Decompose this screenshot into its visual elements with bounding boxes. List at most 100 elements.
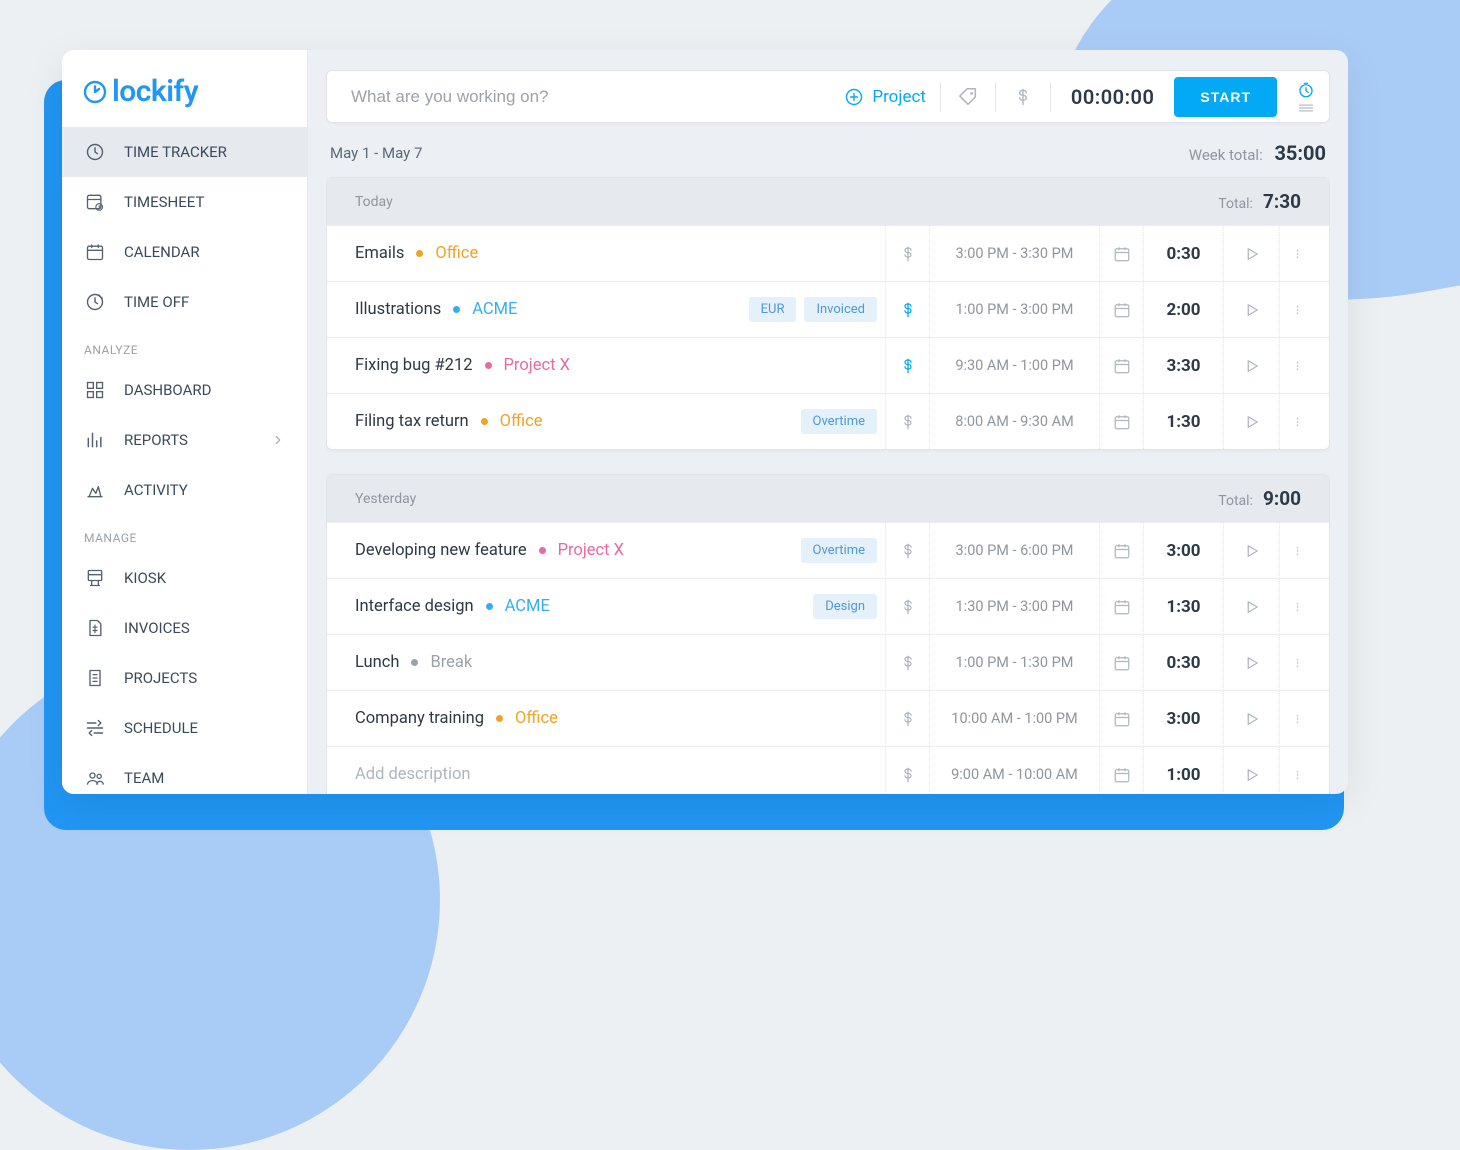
entry-desc-wrap[interactable]: EmailsOffice [355, 244, 885, 263]
billable-toggle[interactable] [885, 523, 929, 578]
entry-desc-wrap[interactable]: Developing new featureProject XOvertime [355, 538, 885, 563]
sidebar-item-team[interactable]: TEAM [62, 753, 307, 794]
continue-play-icon[interactable] [1223, 691, 1279, 746]
tag-pill[interactable]: Overtime [801, 409, 877, 434]
continue-play-icon[interactable] [1223, 747, 1279, 794]
more-options-icon[interactable] [1279, 394, 1315, 449]
more-options-icon[interactable] [1279, 579, 1315, 634]
continue-play-icon[interactable] [1223, 226, 1279, 281]
more-options-icon[interactable] [1279, 282, 1315, 337]
more-options-icon[interactable] [1279, 635, 1315, 690]
entry-time-range[interactable]: 1:00 PM - 1:30 PM [929, 635, 1099, 690]
sidebar-item-label: CALENDAR [124, 243, 200, 261]
sidebar-item-timesheet[interactable]: TIMESHEET [62, 177, 307, 227]
manual-mode-icon[interactable] [1297, 103, 1315, 113]
entry-duration[interactable]: 0:30 [1143, 226, 1223, 281]
sidebar-item-kiosk[interactable]: KIOSK [62, 553, 307, 603]
more-options-icon[interactable] [1279, 226, 1315, 281]
entry-time-range[interactable]: 1:00 PM - 3:00 PM [929, 282, 1099, 337]
entry-time-range[interactable]: 3:00 PM - 6:00 PM [929, 523, 1099, 578]
entry-desc-wrap[interactable]: Interface designACMEDesign [355, 594, 885, 619]
entry-description-placeholder: Add description [355, 765, 470, 784]
continue-play-icon[interactable] [1223, 635, 1279, 690]
date-picker-icon[interactable] [1099, 747, 1143, 794]
date-picker-icon[interactable] [1099, 394, 1143, 449]
sidebar-item-time-off[interactable]: TIME OFF [62, 277, 307, 327]
entry-time-range[interactable]: 10:00 AM - 1:00 PM [929, 691, 1099, 746]
entry-time-range[interactable]: 9:30 AM - 1:00 PM [929, 338, 1099, 393]
sidebar-item-calendar[interactable]: CALENDAR [62, 227, 307, 277]
entry-desc-wrap[interactable]: LunchBreak [355, 653, 885, 672]
billable-toggle[interactable] [885, 579, 929, 634]
billable-toggle[interactable] [885, 338, 929, 393]
continue-play-icon[interactable] [1223, 338, 1279, 393]
continue-play-icon[interactable] [1223, 282, 1279, 337]
entry-desc-wrap[interactable]: Company trainingOffice [355, 709, 885, 728]
sidebar-item-schedule[interactable]: SCHEDULE [62, 703, 307, 753]
date-picker-icon[interactable] [1099, 523, 1143, 578]
sidebar-item-reports[interactable]: REPORTS [62, 415, 307, 465]
entry-duration[interactable]: 1:00 [1143, 747, 1223, 794]
continue-play-icon[interactable] [1223, 523, 1279, 578]
entry-tags: Overtime [801, 538, 885, 563]
billable-toggle[interactable] [885, 282, 929, 337]
time-entry-row: Add description 9:00 AM - 10:00 AM 1:00 [327, 746, 1329, 794]
billable-toggle[interactable] [885, 691, 929, 746]
entry-desc-wrap[interactable]: Filing tax returnOfficeOvertime [355, 409, 885, 434]
tag-pill[interactable]: EUR [749, 297, 797, 322]
billable-icon[interactable] [1010, 84, 1036, 110]
day-total-value: 7:30 [1263, 190, 1301, 213]
entry-desc-wrap[interactable]: Fixing bug #212Project X [355, 356, 885, 375]
sidebar-item-label: SCHEDULE [124, 719, 198, 737]
more-options-icon[interactable] [1279, 523, 1315, 578]
tracker-input[interactable] [351, 87, 830, 107]
start-button[interactable]: START [1174, 77, 1277, 117]
entry-duration[interactable]: 3:00 [1143, 523, 1223, 578]
add-project-button[interactable]: Project [844, 87, 926, 107]
continue-play-icon[interactable] [1223, 579, 1279, 634]
billable-toggle[interactable] [885, 747, 929, 794]
more-options-icon[interactable] [1279, 747, 1315, 794]
date-picker-icon[interactable] [1099, 282, 1143, 337]
sidebar-item-label: TIMESHEET [124, 193, 204, 211]
sidebar-nav: TIME TRACKERTIMESHEETCALENDARTIME OFFANA… [62, 127, 307, 794]
entry-duration[interactable]: 0:30 [1143, 635, 1223, 690]
project-dot-icon [416, 250, 423, 257]
date-picker-icon[interactable] [1099, 691, 1143, 746]
more-options-icon[interactable] [1279, 691, 1315, 746]
entry-time-range[interactable]: 8:00 AM - 9:30 AM [929, 394, 1099, 449]
date-picker-icon[interactable] [1099, 338, 1143, 393]
more-options-icon[interactable] [1279, 338, 1315, 393]
entry-duration[interactable]: 3:00 [1143, 691, 1223, 746]
tag-pill[interactable]: Design [813, 594, 877, 619]
entry-time-range[interactable]: 1:30 PM - 3:00 PM [929, 579, 1099, 634]
entry-duration[interactable]: 3:30 [1143, 338, 1223, 393]
entry-time-range[interactable]: 3:00 PM - 3:30 PM [929, 226, 1099, 281]
tag-pill[interactable]: Invoiced [804, 297, 877, 322]
entry-duration[interactable]: 1:30 [1143, 394, 1223, 449]
entry-desc-wrap[interactable]: Add description [355, 765, 885, 784]
date-picker-icon[interactable] [1099, 579, 1143, 634]
entry-desc-wrap[interactable]: IllustrationsACMEEURInvoiced [355, 297, 885, 322]
sidebar-item-projects[interactable]: PROJECTS [62, 653, 307, 703]
tag-pill[interactable]: Overtime [801, 538, 877, 563]
billable-toggle[interactable] [885, 394, 929, 449]
sidebar-item-invoices[interactable]: INVOICES [62, 603, 307, 653]
day-title: Today [355, 194, 393, 210]
timer-display: 00:00:00 [1065, 85, 1160, 109]
entry-time-range[interactable]: 9:00 AM - 10:00 AM [929, 747, 1099, 794]
sidebar-item-time-tracker[interactable]: TIME TRACKER [62, 127, 307, 177]
billable-toggle[interactable] [885, 635, 929, 690]
date-picker-icon[interactable] [1099, 635, 1143, 690]
entry-duration[interactable]: 2:00 [1143, 282, 1223, 337]
tag-icon[interactable] [955, 84, 981, 110]
sidebar-item-dashboard[interactable]: DASHBOARD [62, 365, 307, 415]
entry-duration[interactable]: 1:30 [1143, 579, 1223, 634]
app-window: lockify TIME TRACKERTIMESHEETCALENDARTIM… [62, 50, 1348, 794]
sidebar-item-label: DASHBOARD [124, 381, 211, 399]
date-picker-icon[interactable] [1099, 226, 1143, 281]
sidebar-item-activity[interactable]: ACTIVITY [62, 465, 307, 515]
continue-play-icon[interactable] [1223, 394, 1279, 449]
billable-toggle[interactable] [885, 226, 929, 281]
timer-mode-icon[interactable] [1297, 81, 1315, 99]
